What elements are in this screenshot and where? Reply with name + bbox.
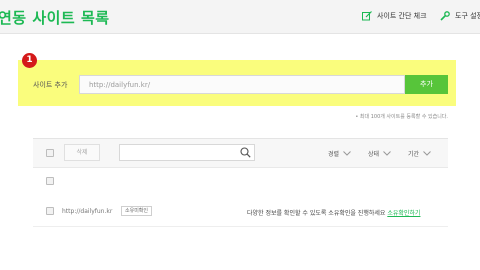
period-filter[interactable]: 기간	[408, 149, 431, 158]
verify-ownership-link[interactable]: 소유확인하기	[387, 210, 420, 217]
site-check-label: 사이트 간단 체크	[377, 12, 427, 20]
pencil-check-icon	[362, 11, 372, 21]
page-title: 연동 사이트 목록	[0, 9, 110, 27]
step-number-badge: 1	[22, 53, 37, 68]
delete-button[interactable]: 삭제	[64, 144, 100, 161]
empty-row-checkbox[interactable]	[46, 177, 54, 185]
status-badge: 소유미확인	[121, 206, 153, 216]
status-filter-label: 상태	[368, 151, 380, 158]
add-site-label: 사이트 추가	[33, 81, 68, 89]
site-check-link[interactable]: 사이트 간단 체크	[362, 11, 427, 21]
site-url-text: http://dailyfun.kr	[62, 208, 113, 215]
verify-message-text: 다양한 정보를 확인할 수 있도록 소유확인을 진행하세요	[247, 210, 386, 217]
site-limit-note: • 최대 100개 사이트를 등록할 수 있습니다.	[355, 114, 448, 120]
chevron-down-icon	[383, 151, 391, 156]
wrench-icon	[440, 11, 450, 21]
add-site-button[interactable]: 추가	[405, 75, 448, 94]
tools-settings-link[interactable]: 도구 설정	[440, 11, 480, 21]
site-search-input[interactable]	[119, 144, 255, 161]
top-header: 연동 사이트 목록 사이트 간단 체크 도구 설정	[0, 0, 480, 34]
site-url-input[interactable]	[79, 75, 405, 94]
tools-settings-label: 도구 설정	[455, 12, 480, 20]
row-checkbox[interactable]	[46, 207, 54, 215]
domain-filter-label: 경렬	[328, 151, 340, 158]
row-divider	[33, 226, 448, 227]
status-filter[interactable]: 상태	[368, 149, 391, 158]
chevron-down-icon	[423, 151, 431, 156]
verify-message: 다양한 정보를 확인할 수 있도록 소유확인을 진행하세요 소유확인하기	[247, 208, 420, 217]
select-all-checkbox[interactable]	[46, 149, 54, 157]
chevron-down-icon	[343, 151, 351, 156]
search-icon[interactable]	[240, 147, 251, 158]
domain-filter[interactable]: 경렬	[328, 149, 351, 158]
period-filter-label: 기간	[408, 151, 420, 158]
